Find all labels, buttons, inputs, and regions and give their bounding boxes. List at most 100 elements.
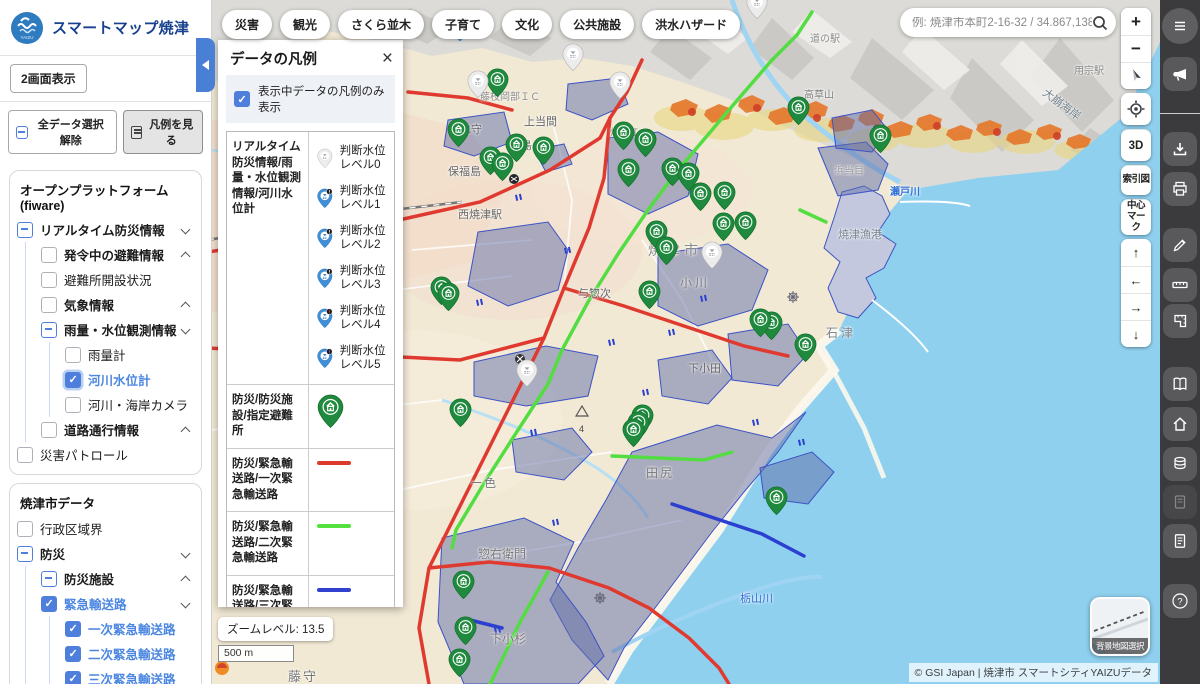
- shelter-marker[interactable]: [734, 211, 757, 246]
- shelter-marker[interactable]: [794, 333, 817, 368]
- book-button[interactable]: [1163, 367, 1197, 401]
- shelter-marker[interactable]: [713, 181, 736, 216]
- area-measure-button[interactable]: [1163, 304, 1197, 338]
- category-chip-6[interactable]: 公共施設: [560, 10, 634, 39]
- layer-item-発令中の避難情報[interactable]: 発令中の避難情報: [17, 242, 194, 267]
- shelter-marker[interactable]: [454, 616, 477, 651]
- megaphone-button[interactable]: [1163, 57, 1197, 91]
- chevron-up-icon[interactable]: [181, 302, 191, 312]
- pan-up-button[interactable]: ↑: [1121, 239, 1151, 266]
- checkbox-unchecked[interactable]: [41, 422, 57, 438]
- layer-item-防災施設[interactable]: 防災施設: [17, 566, 194, 591]
- shelter-marker[interactable]: [655, 236, 678, 271]
- geolocate-button[interactable]: [1121, 93, 1151, 125]
- shelter-marker[interactable]: [452, 570, 475, 605]
- notes-button[interactable]: [1163, 524, 1197, 558]
- zoom-in-button[interactable]: +: [1121, 8, 1151, 35]
- checkbox-unchecked[interactable]: [65, 397, 81, 413]
- sidebar-collapse-button[interactable]: [196, 38, 215, 92]
- pencil-button[interactable]: [1163, 228, 1197, 262]
- dual-view-button[interactable]: 2画面表示: [10, 64, 87, 93]
- chevron-down-icon[interactable]: [181, 599, 191, 609]
- layer-item-三次緊急輸送路[interactable]: 三次緊急輸送路: [17, 666, 194, 684]
- layer-item-一次緊急輸送路[interactable]: 一次緊急輸送路: [17, 616, 194, 641]
- search-icon[interactable]: [1092, 15, 1108, 31]
- layer-item-緊急輸送路[interactable]: 緊急輸送路: [17, 591, 194, 616]
- ruler-button[interactable]: [1163, 268, 1197, 302]
- chevron-down-icon[interactable]: [181, 225, 191, 235]
- layer-item-雨量・水位観測情報[interactable]: 雨量・水位観測情報: [17, 317, 194, 342]
- menu-button[interactable]: [1162, 8, 1198, 44]
- water-level-marker[interactable]: [609, 71, 631, 105]
- checkbox-unchecked[interactable]: [41, 297, 57, 313]
- layer-item-雨量計[interactable]: 雨量計: [17, 342, 194, 367]
- shelter-marker[interactable]: [437, 282, 460, 317]
- layer-item-防災[interactable]: 防災: [17, 541, 194, 566]
- chevron-up-icon[interactable]: [181, 252, 191, 262]
- layer-item-災害パトロール[interactable]: 災害パトロール: [17, 442, 194, 467]
- help-button[interactable]: ?: [1163, 584, 1197, 618]
- three-d-button[interactable]: 3D: [1121, 129, 1151, 161]
- home-button[interactable]: [1163, 407, 1197, 441]
- checkbox-unchecked[interactable]: [41, 247, 57, 263]
- checkbox-unchecked[interactable]: [17, 521, 33, 537]
- download-button[interactable]: [1163, 132, 1197, 166]
- water-level-marker[interactable]: [516, 359, 538, 393]
- pan-right-button[interactable]: →: [1121, 293, 1151, 320]
- category-chip-7[interactable]: 洪水ハザード: [642, 10, 740, 39]
- center-mark-button[interactable]: 中心マーク: [1121, 199, 1151, 235]
- shelter-marker[interactable]: [749, 308, 772, 343]
- shelter-marker[interactable]: [447, 118, 470, 153]
- checkbox-indeterminate[interactable]: [41, 322, 57, 338]
- pan-down-button[interactable]: ↓: [1121, 320, 1151, 347]
- checkbox-checked[interactable]: [41, 596, 57, 612]
- layer-item-河川水位計[interactable]: 河川水位計: [17, 367, 194, 392]
- checkbox-checked[interactable]: [65, 671, 81, 684]
- water-level-marker[interactable]: [562, 43, 584, 77]
- show-legend-button[interactable]: 凡例を見る: [123, 110, 203, 154]
- checkbox-indeterminate[interactable]: [41, 571, 57, 587]
- zoom-out-button[interactable]: −: [1121, 35, 1151, 62]
- category-chip-4[interactable]: 子育て: [432, 10, 494, 39]
- chevron-down-icon[interactable]: [181, 325, 191, 335]
- database-button[interactable]: [1163, 447, 1197, 481]
- layer-item-気象情報[interactable]: 気象情報: [17, 292, 194, 317]
- water-level-marker[interactable]: [746, 0, 768, 25]
- chevron-up-icon[interactable]: [181, 427, 191, 437]
- legend-filter-row[interactable]: 表示中データの凡例のみ表示: [226, 75, 395, 123]
- layer-item-河川・海岸カメラ[interactable]: 河川・海岸カメラ: [17, 392, 194, 417]
- layer-item-二次緊急輸送路[interactable]: 二次緊急輸送路: [17, 641, 194, 666]
- layer-item-避難所開設状況[interactable]: 避難所開設状況: [17, 267, 194, 292]
- shelter-marker[interactable]: [869, 124, 892, 159]
- category-chip-3[interactable]: さくら並木: [338, 10, 424, 39]
- compass-button[interactable]: [1121, 62, 1151, 89]
- chevron-down-icon[interactable]: [181, 549, 191, 559]
- chevron-up-icon[interactable]: [181, 576, 191, 586]
- checkbox-checked[interactable]: [65, 372, 81, 388]
- layer-item-行政区域界[interactable]: 行政区域界: [17, 516, 194, 541]
- close-icon[interactable]: ×: [382, 49, 393, 68]
- shelter-marker[interactable]: [505, 133, 528, 168]
- shelter-marker[interactable]: [449, 398, 472, 433]
- water-level-marker[interactable]: [467, 70, 489, 104]
- checkbox-indeterminate[interactable]: [17, 222, 33, 238]
- background-map-select-button[interactable]: 背景地図選択: [1090, 597, 1150, 656]
- checkbox-checked[interactable]: [65, 621, 81, 637]
- shelter-marker[interactable]: [765, 486, 788, 521]
- shelter-marker[interactable]: [689, 182, 712, 217]
- legend-filter-checkbox[interactable]: [234, 91, 250, 107]
- checkbox-indeterminate[interactable]: [17, 546, 33, 562]
- shelter-marker[interactable]: [617, 158, 640, 193]
- category-chip-1[interactable]: 災害: [222, 10, 272, 39]
- layer-item-リアルタイム防災情報[interactable]: リアルタイム防災情報: [17, 217, 194, 242]
- shelter-marker[interactable]: [622, 418, 645, 453]
- checkbox-unchecked[interactable]: [65, 347, 81, 363]
- shelter-marker[interactable]: [532, 136, 555, 171]
- shelter-marker[interactable]: [448, 648, 471, 683]
- category-chip-2[interactable]: 観光: [280, 10, 330, 39]
- layer-item-道路通行情報[interactable]: 道路通行情報: [17, 417, 194, 442]
- shelter-marker[interactable]: [787, 96, 810, 131]
- category-chip-5[interactable]: 文化: [502, 10, 552, 39]
- checkbox-unchecked[interactable]: [17, 447, 33, 463]
- checkbox-checked[interactable]: [65, 646, 81, 662]
